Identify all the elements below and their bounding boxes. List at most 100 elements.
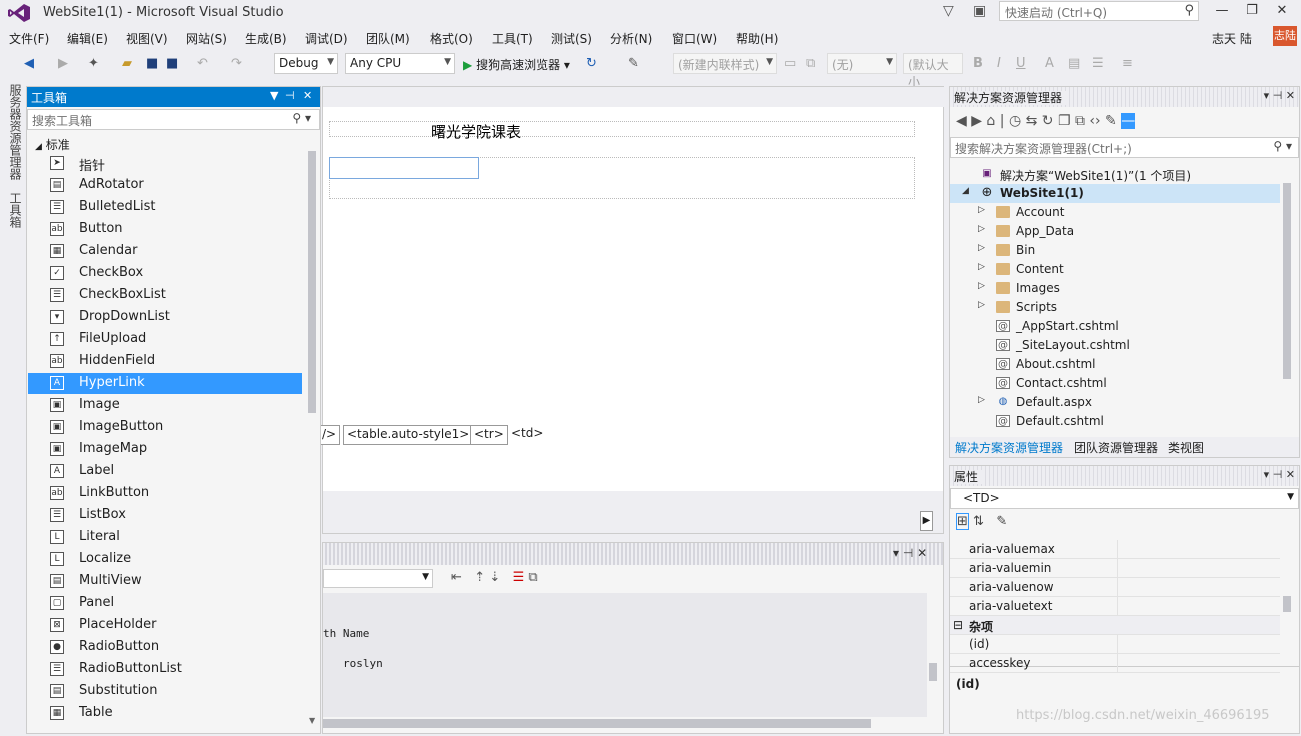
user-avatar[interactable]: 志陆: [1273, 26, 1297, 46]
underline-button[interactable]: U: [1016, 56, 1026, 71]
properties-toolbar[interactable]: ⊞ ⇅ ✎: [956, 513, 1007, 530]
toolbox-item[interactable]: ☰ CheckBoxList: [28, 285, 302, 306]
open-file-icon[interactable]: ▰: [122, 56, 132, 71]
toolbox-item[interactable]: ab HiddenField: [28, 351, 302, 372]
property-row[interactable]: aria-valuemax: [950, 540, 1280, 559]
pane-window-controls[interactable]: ▾ ⊣ ✕: [893, 546, 927, 560]
refresh-icon[interactable]: ↻: [586, 56, 597, 71]
toolbox-item[interactable]: L Localize: [28, 549, 302, 570]
tab-team-explorer[interactable]: 团队资源管理器: [1074, 439, 1158, 456]
toolbox-item[interactable]: ▣ Image: [28, 395, 302, 416]
italic-button[interactable]: I: [997, 56, 1001, 71]
highlight-icon[interactable]: ▤: [1068, 56, 1080, 71]
tree-node[interactable]: @ Default.cshtml: [950, 412, 1280, 431]
style-application-icon[interactable]: ✎: [628, 56, 639, 71]
page-heading[interactable]: 曙光学院课表: [431, 121, 521, 142]
toolbox-group-standard[interactable]: ◢ 标准: [35, 136, 70, 153]
output-toolbar-icons[interactable]: ⇤ ⇡ ⇣ ☰ ⧉: [451, 570, 538, 585]
save-icon[interactable]: ■: [146, 56, 158, 71]
tree-node[interactable]: ▷ Scripts: [950, 298, 1280, 317]
menu-debug[interactable]: 调试(D): [305, 30, 348, 47]
forward-icon[interactable]: ▶: [58, 56, 68, 71]
toolbox-item[interactable]: ☰ BulletedList: [28, 197, 302, 218]
font-color-icon[interactable]: A: [1045, 56, 1054, 71]
minimize-button[interactable]: —: [1208, 3, 1236, 21]
redo-icon[interactable]: ↷: [231, 56, 242, 71]
tree-node[interactable]: @ _SiteLayout.cshtml: [950, 336, 1280, 355]
tree-node[interactable]: ▷ ◍ Default.aspx: [950, 393, 1280, 412]
menu-build[interactable]: 生成(B): [245, 30, 287, 47]
design-editor[interactable]: 曙光学院课表: [322, 86, 945, 534]
tree-node[interactable]: ▷ Images: [950, 279, 1280, 298]
property-row[interactable]: accesskey: [950, 654, 1280, 673]
bullets-icon[interactable]: ≡: [1122, 56, 1133, 71]
tree-node[interactable]: @ About.cshtml: [950, 355, 1280, 374]
toolbox-item[interactable]: ▾ DropDownList: [28, 307, 302, 328]
toolbox-item[interactable]: ➤ 指针: [28, 153, 302, 174]
server-explorer-tab[interactable]: 服务器资源管理器: [7, 84, 24, 180]
table-cell-selected[interactable]: [329, 157, 479, 179]
expand-arrow-icon[interactable]: ▷: [978, 262, 985, 272]
vertical-scrollbar[interactable]: [929, 663, 937, 681]
tree-node[interactable]: ▷ Account: [950, 203, 1280, 222]
property-category[interactable]: ⊟ 杂项: [950, 616, 1280, 635]
close-button[interactable]: ✕: [1268, 3, 1296, 21]
output-source-combo[interactable]: ▼: [323, 569, 433, 588]
expand-arrow-icon[interactable]: ▷: [978, 300, 985, 310]
property-row[interactable]: (id): [950, 635, 1280, 654]
property-row[interactable]: aria-valuetext: [950, 597, 1280, 616]
toolbox-scrollbar[interactable]: [308, 151, 316, 413]
quick-launch-input[interactable]: 快速启动 (Ctrl+Q) ⚲: [999, 1, 1199, 21]
toolbox-item[interactable]: ▣ ImageMap: [28, 439, 302, 460]
horizontal-scrollbar[interactable]: [323, 719, 871, 728]
toolbox-item[interactable]: ▣ ImageButton: [28, 417, 302, 438]
breadcrumb-scroll-right-icon[interactable]: ▶: [920, 511, 933, 531]
tab-class-view[interactable]: 类视图: [1168, 439, 1204, 456]
expand-arrow-icon[interactable]: ◢: [962, 186, 969, 196]
tree-node[interactable]: ▷ App_Data: [950, 222, 1280, 241]
tab-solution-explorer[interactable]: 解决方案资源管理器: [955, 439, 1063, 456]
toolbox-item[interactable]: ab LinkButton: [28, 483, 302, 504]
tree-node[interactable]: ▷ Bin: [950, 241, 1280, 260]
breadcrumb-tag-td[interactable]: <td>: [508, 425, 546, 445]
menu-team[interactable]: 团队(M): [366, 30, 410, 47]
properties-object-selector[interactable]: <TD> ▼: [950, 488, 1299, 509]
solution-search-input[interactable]: 搜索解决方案资源管理器(Ctrl+;) ⚲ ▾: [950, 137, 1299, 158]
bold-button[interactable]: B: [973, 56, 983, 71]
font-size-combo[interactable]: (默认大小: [903, 53, 963, 89]
tree-node[interactable]: ▣ 解决方案“WebSite1(1)”(1 个项目): [950, 165, 1280, 184]
toolbox-search-input[interactable]: 搜索工具箱 ⚲ ▾: [27, 109, 320, 130]
restore-button[interactable]: ❐: [1238, 3, 1266, 21]
expand-arrow-icon[interactable]: ▷: [978, 224, 985, 234]
pin-icon[interactable]: ⊣: [285, 89, 295, 102]
style-combo[interactable]: (新建内联样式) ▼: [673, 53, 777, 74]
back-icon[interactable]: ◀: [24, 56, 34, 71]
undo-icon[interactable]: ↶: [197, 56, 208, 71]
chevron-down-icon[interactable]: ▼: [270, 89, 278, 102]
expand-arrow-icon[interactable]: ▷: [978, 281, 985, 291]
toolbox-item[interactable]: ▤ MultiView: [28, 571, 302, 592]
toolbox-tab[interactable]: 工具箱: [7, 192, 24, 228]
toolbox-item[interactable]: ⊠ PlaceHolder: [28, 615, 302, 636]
expand-arrow-icon[interactable]: ▷: [978, 243, 985, 253]
new-project-icon[interactable]: ✦: [88, 56, 99, 71]
solution-scrollbar[interactable]: [1283, 183, 1291, 379]
close-icon[interactable]: ✕: [303, 89, 312, 102]
menu-website[interactable]: 网站(S): [186, 30, 227, 47]
toolbox-item[interactable]: L Literal: [28, 527, 302, 548]
toolbox-item[interactable]: ↑ FileUpload: [28, 329, 302, 350]
toolbox-item[interactable]: ☰ ListBox: [28, 505, 302, 526]
breadcrumb-tag-table[interactable]: <table.auto-style1>: [343, 425, 474, 445]
target-rule-icon[interactable]: ⧉: [806, 56, 815, 71]
toolbox-item[interactable]: ▢ Panel: [28, 593, 302, 614]
results-grid[interactable]: th Name roslyn: [323, 593, 927, 717]
target-rule-combo[interactable]: (无) ▼: [827, 53, 897, 74]
menu-format[interactable]: 格式(O): [430, 30, 473, 47]
menu-window[interactable]: 窗口(W): [672, 30, 717, 47]
property-row[interactable]: aria-valuenow: [950, 578, 1280, 597]
menu-view[interactable]: 视图(V): [126, 30, 168, 47]
tree-node[interactable]: ◢ ⊕ WebSite1(1): [950, 184, 1280, 203]
justify-icon[interactable]: ☰: [1092, 56, 1104, 71]
user-name[interactable]: 志天 陆: [1212, 30, 1252, 47]
menu-tools[interactable]: 工具(T): [492, 30, 533, 47]
